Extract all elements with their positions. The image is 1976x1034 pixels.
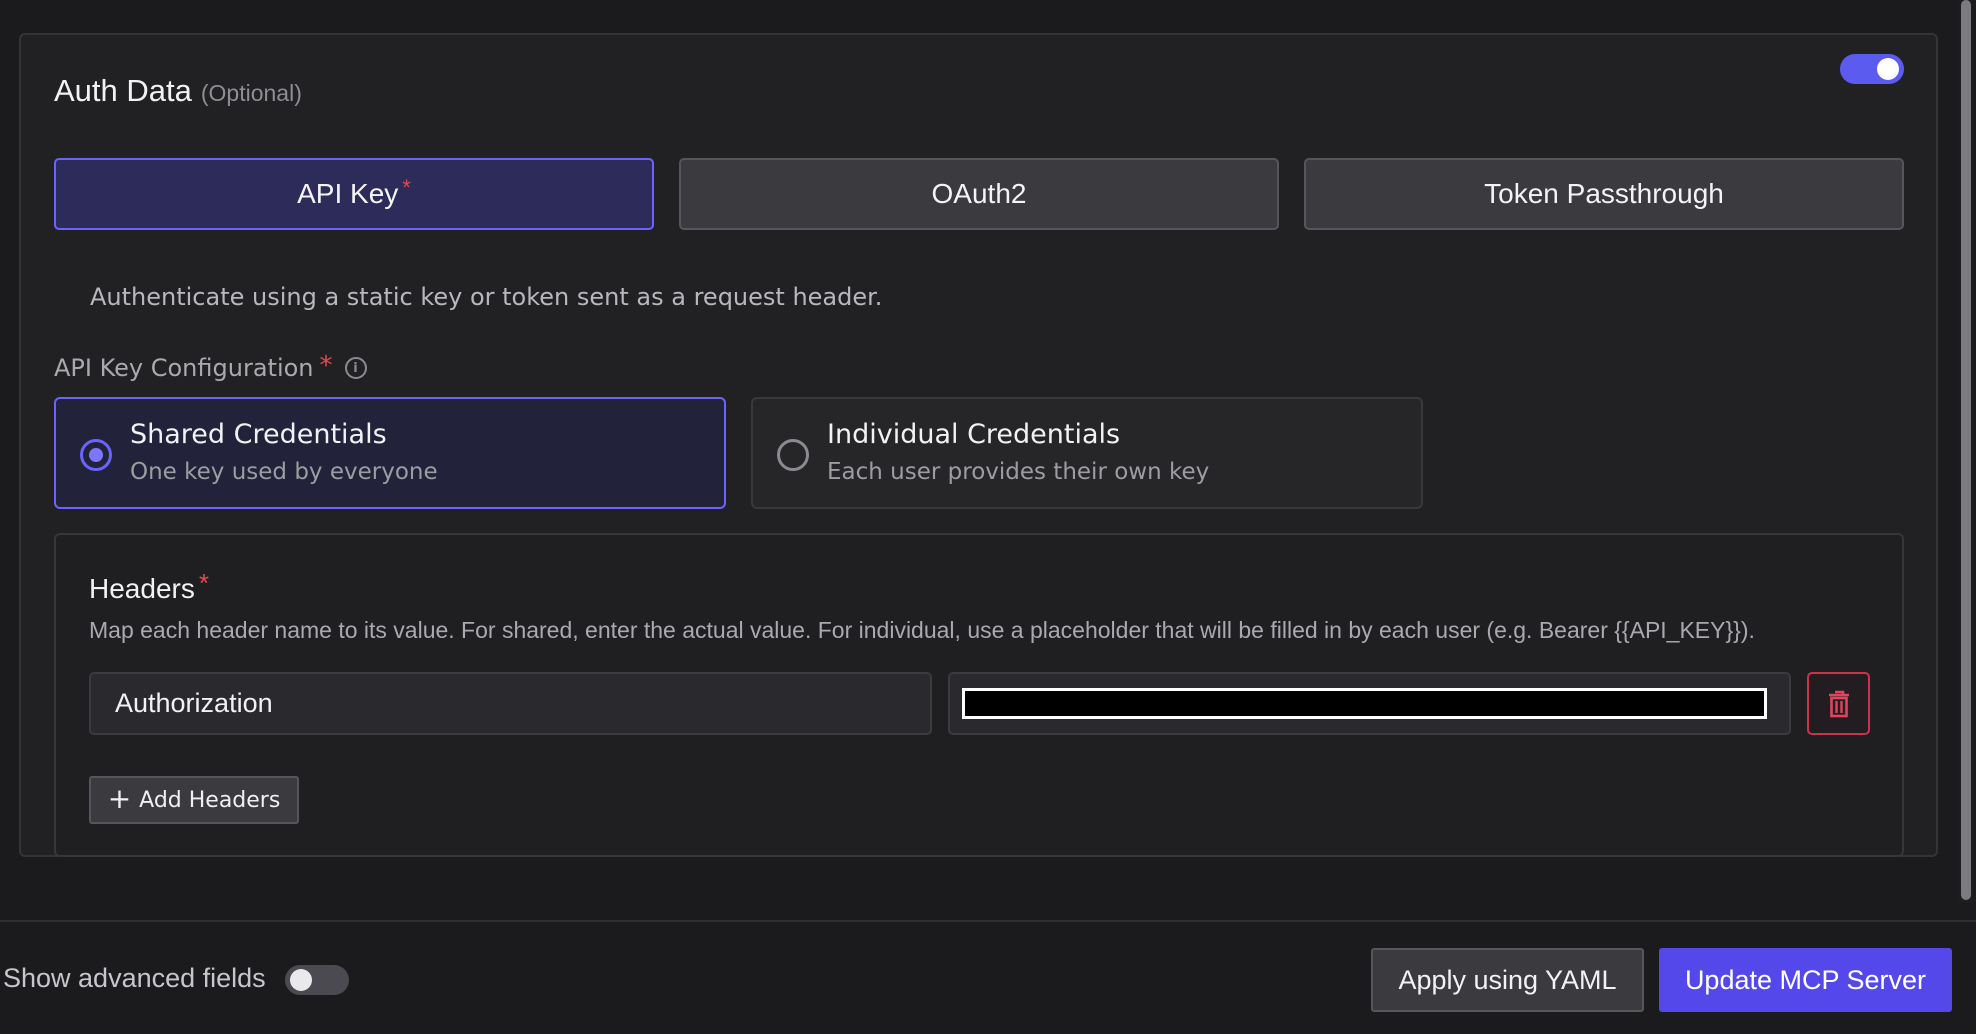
radio-unselected-icon[interactable] xyxy=(777,439,809,471)
required-asterisk: * xyxy=(198,567,209,598)
headers-section: Headers * Map each header name to its va… xyxy=(54,533,1904,857)
add-headers-label: Add Headers xyxy=(139,787,281,813)
headers-description: Map each header name to its value. For s… xyxy=(89,617,1755,643)
headers-title-text: Headers xyxy=(89,573,195,604)
tab-label: OAuth2 xyxy=(931,178,1027,209)
advanced-fields-toggle[interactable] xyxy=(285,965,349,995)
headers-title: Headers * xyxy=(89,568,209,605)
redacted-value xyxy=(962,688,1767,719)
auth-data-card: Auth Data (Optional) API Key * OAuth2 To… xyxy=(19,33,1938,857)
individual-credentials-option[interactable]: Individual Credentials Each user provide… xyxy=(751,397,1423,509)
tab-label: Token Passthrough xyxy=(1484,178,1724,209)
toggle-knob xyxy=(290,969,312,991)
config-label-text: API Key Configuration xyxy=(54,354,314,382)
plus-icon: + xyxy=(107,782,132,815)
tab-api-key[interactable]: API Key * xyxy=(54,158,654,230)
apply-yaml-button[interactable]: Apply using YAML xyxy=(1371,948,1644,1012)
option-title: Individual Credentials xyxy=(827,419,1121,450)
required-asterisk: * xyxy=(319,351,333,381)
credential-options: Shared Credentials One key used by every… xyxy=(54,397,1423,509)
add-headers-button[interactable]: + Add Headers xyxy=(89,776,299,824)
tab-token-passthrough[interactable]: Token Passthrough xyxy=(1304,158,1904,230)
scrollbar-thumb[interactable] xyxy=(1961,0,1971,900)
advanced-fields-label: Show advanced fields xyxy=(3,963,266,993)
optional-label: (Optional) xyxy=(200,80,302,106)
tab-label: API Key xyxy=(297,178,399,209)
option-subtitle: Each user provides their own key xyxy=(827,459,1210,485)
radio-selected-icon[interactable] xyxy=(80,439,112,471)
page: Auth Data (Optional) API Key * OAuth2 To… xyxy=(0,0,1976,1034)
toggle-knob xyxy=(1877,58,1899,80)
auth-enabled-toggle[interactable] xyxy=(1840,54,1904,84)
auth-title: Auth Data xyxy=(54,73,192,108)
auth-type-tabs: API Key * OAuth2 Token Passthrough xyxy=(54,158,1904,230)
required-asterisk: * xyxy=(402,175,411,200)
auth-title-row: Auth Data (Optional) xyxy=(54,73,302,109)
tab-description: Authenticate using a static key or token… xyxy=(90,283,883,311)
option-subtitle: One key used by everyone xyxy=(130,459,438,485)
header-name-input[interactable]: Authorization xyxy=(89,672,932,735)
shared-credentials-option[interactable]: Shared Credentials One key used by every… xyxy=(54,397,726,509)
info-icon[interactable]: i xyxy=(344,357,367,379)
tab-oauth2[interactable]: OAuth2 xyxy=(679,158,1279,230)
footer-bar: Show advanced fields Apply using YAML Up… xyxy=(0,920,1976,1034)
api-key-config-label: API Key Configuration * i xyxy=(54,351,367,383)
option-title: Shared Credentials xyxy=(130,419,387,450)
header-value-input[interactable] xyxy=(948,672,1791,735)
header-name-value: Authorization xyxy=(115,688,273,718)
update-mcp-server-button[interactable]: Update MCP Server xyxy=(1659,948,1952,1012)
trash-icon xyxy=(1828,690,1849,717)
delete-header-button[interactable] xyxy=(1807,672,1870,735)
